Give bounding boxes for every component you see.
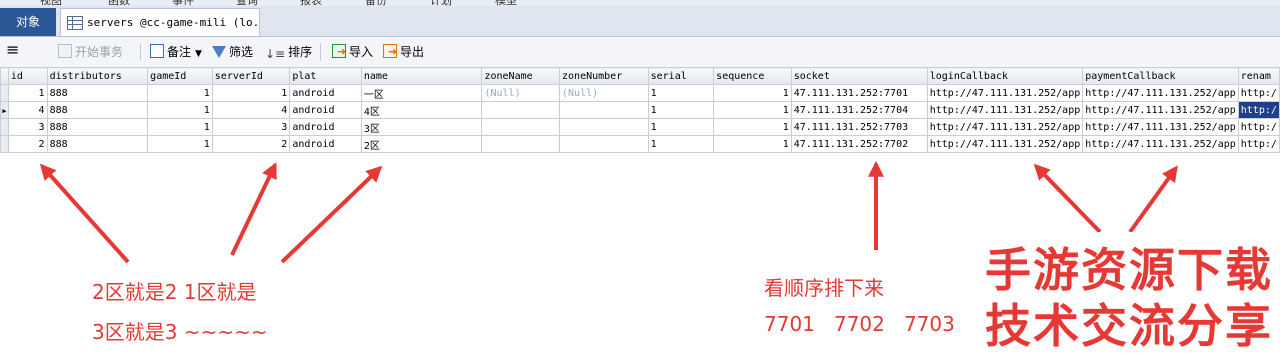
arrow-to-paymentcallback-column xyxy=(1128,165,1178,234)
annotation-left-line2: 3区就是3 ~~~~~ xyxy=(92,320,268,344)
arrow-to-logincallback-column xyxy=(1033,163,1102,234)
arrow-to-name-column xyxy=(280,165,383,264)
annotation-right-line2: 7701 7702 7703 xyxy=(764,312,955,336)
watermark: 手游资源下载 技术交流分享 xyxy=(985,232,1275,353)
arrow-to-serverid-column xyxy=(230,162,277,256)
arrow-to-id-column xyxy=(39,163,130,264)
annotation-right-line1: 看顺序排下来 xyxy=(764,276,884,300)
watermark-line2: 技术交流分享 xyxy=(985,299,1273,353)
annotation-left-line1: 2区就是2 1区就是 xyxy=(92,280,257,304)
